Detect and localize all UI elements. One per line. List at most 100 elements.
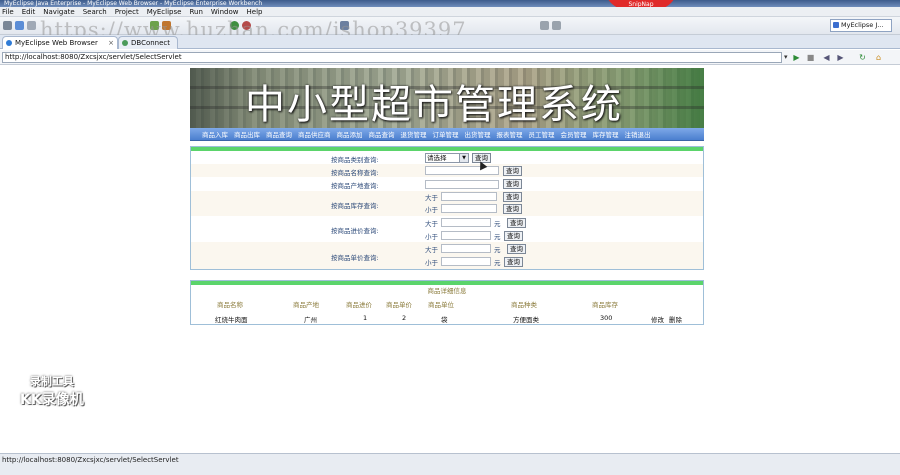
nav-item[interactable]: 退货管理 bbox=[401, 129, 427, 139]
editor-tabs: MyEclipse Web Browser × DBConnect bbox=[0, 35, 900, 49]
tab-dbconnect[interactable]: DBConnect bbox=[118, 36, 178, 49]
file-icon bbox=[122, 40, 128, 46]
site-title: 中小型超市管理系统 bbox=[245, 82, 623, 128]
stock-label: 按商品库存查询: bbox=[331, 202, 379, 210]
menu-run[interactable]: Run bbox=[189, 8, 202, 16]
nav-item[interactable]: 库存管理 bbox=[593, 129, 619, 139]
forward-icon[interactable]: ▶ bbox=[836, 53, 845, 62]
back-icon[interactable]: ◀ bbox=[822, 53, 831, 62]
results-title: 商品详细信息 bbox=[427, 287, 467, 295]
name-input[interactable] bbox=[425, 166, 499, 175]
sale-less-label: 小于 bbox=[425, 259, 438, 267]
site-nav: 商品入库 商品出库 商品查询 商品供应商 商品添加 商品查询 退货管理 订单管理… bbox=[190, 128, 704, 141]
col-header-price: 商品单价 bbox=[386, 301, 412, 309]
stock-max-input[interactable] bbox=[441, 204, 497, 213]
site-banner: 中小型超市管理系统 bbox=[190, 68, 704, 128]
nav-item[interactable]: 商品供应商 bbox=[298, 129, 331, 139]
nav-item[interactable]: 出货管理 bbox=[465, 129, 491, 139]
close-icon[interactable]: × bbox=[108, 37, 114, 49]
purchase-max-input[interactable] bbox=[441, 231, 491, 240]
query-name-button[interactable]: 查询 bbox=[503, 166, 522, 176]
search-row-sale: 按商品单价查询: 大于 元 查询 小于 元 查询 bbox=[191, 242, 703, 269]
query-purchase-button-2[interactable]: 查询 bbox=[504, 231, 523, 241]
type-select-value: 请选择 bbox=[427, 154, 447, 162]
search-panel: 按商品类别查询: 请选择 ▼ 查询 按商品名称查询: 查询 按商品产地查询: 查… bbox=[190, 146, 704, 270]
search-row-purchase: 按商品进价查询: 大于 元 查询 小于 元 查询 bbox=[191, 216, 703, 242]
purchase-greater-label: 大于 bbox=[425, 220, 438, 228]
query-stock-button-2[interactable]: 查询 bbox=[503, 204, 522, 214]
query-sale-button[interactable]: 查询 bbox=[507, 244, 526, 254]
menu-window[interactable]: Window bbox=[211, 8, 239, 16]
origin-input[interactable] bbox=[425, 180, 499, 189]
nav-item[interactable]: 报表管理 bbox=[497, 129, 523, 139]
nav-item[interactable]: 会员管理 bbox=[561, 129, 587, 139]
recorder-watermark-line2: KK录像机 bbox=[20, 392, 84, 408]
back-icon[interactable] bbox=[540, 21, 549, 30]
menu-search[interactable]: Search bbox=[83, 8, 107, 16]
menu-navigate[interactable]: Navigate bbox=[43, 8, 74, 16]
new-icon[interactable] bbox=[3, 21, 12, 30]
panel-accent-bar bbox=[191, 147, 703, 151]
cell-category: 方便面类 bbox=[513, 316, 539, 324]
menu-help[interactable]: Help bbox=[247, 8, 263, 16]
menu-myeclipse[interactable]: MyEclipse bbox=[147, 8, 182, 16]
stock-min-input[interactable] bbox=[441, 192, 497, 201]
cell-purchase: 1 bbox=[363, 314, 368, 322]
query-sale-button-2[interactable]: 查询 bbox=[504, 257, 523, 267]
sale-max-input[interactable] bbox=[441, 257, 491, 266]
sale-min-input[interactable] bbox=[441, 244, 491, 253]
cell-price: 2 bbox=[402, 314, 407, 322]
nav-item[interactable]: 商品查询 bbox=[369, 129, 395, 139]
results-panel: 商品详细信息 商品名称 商品产地 商品进价 商品单价 商品单位 商品种类 商品库… bbox=[190, 280, 704, 325]
nav-item[interactable]: 商品添加 bbox=[337, 129, 363, 139]
col-header-origin: 商品产地 bbox=[293, 301, 319, 309]
tab-web-browser[interactable]: MyEclipse Web Browser × bbox=[2, 36, 118, 49]
type-select[interactable]: 请选择 ▼ bbox=[425, 153, 469, 163]
refresh-icon[interactable]: ↻ bbox=[858, 53, 867, 62]
stop-icon[interactable]: ■ bbox=[806, 53, 815, 62]
col-header-unit: 商品单位 bbox=[428, 301, 454, 309]
name-label: 按商品名称查询: bbox=[331, 169, 379, 177]
purchase-min-input[interactable] bbox=[441, 218, 491, 227]
sale-label: 按商品单价查询: bbox=[331, 254, 379, 262]
nav-item[interactable]: 员工管理 bbox=[529, 129, 555, 139]
cell-name: 红烧牛肉面 bbox=[215, 316, 248, 324]
nav-item[interactable]: 商品入库 bbox=[202, 129, 228, 139]
print-icon[interactable] bbox=[27, 21, 36, 30]
chevron-down-icon: ▼ bbox=[459, 154, 468, 162]
nav-item[interactable]: 注销退出 bbox=[625, 129, 651, 139]
type-label: 按商品类别查询: bbox=[331, 156, 379, 164]
go-icon[interactable]: ▶ bbox=[792, 53, 801, 62]
menu-project[interactable]: Project bbox=[115, 8, 139, 16]
query-stock-button[interactable]: 查询 bbox=[503, 192, 522, 202]
menu-file[interactable]: File bbox=[2, 8, 14, 16]
tab-label: MyEclipse Web Browser bbox=[15, 39, 98, 47]
window-title: MyEclipse Java Enterprise - MyEclipse We… bbox=[0, 0, 900, 7]
search-row-name: 按商品名称查询: 查询 bbox=[191, 164, 703, 177]
browser-address-bar: http://localhost:8080/Zxcsjxc/servlet/Se… bbox=[0, 50, 900, 65]
save-icon[interactable] bbox=[15, 21, 24, 30]
url-input[interactable]: http://localhost:8080/Zxcsjxc/servlet/Se… bbox=[2, 52, 782, 63]
nav-item[interactable]: 商品出库 bbox=[234, 129, 260, 139]
query-origin-button[interactable]: 查询 bbox=[503, 179, 522, 189]
home-icon[interactable]: ⌂ bbox=[874, 53, 883, 62]
chevron-down-icon[interactable]: ▾ bbox=[784, 53, 788, 61]
col-header-stock: 商品库存 bbox=[592, 301, 618, 309]
purchase-less-label: 小于 bbox=[425, 233, 438, 241]
perspective-switcher[interactable]: MyEclipse J... bbox=[830, 19, 892, 32]
sale-yuan-label: 元 bbox=[494, 246, 501, 254]
query-purchase-button[interactable]: 查询 bbox=[507, 218, 526, 228]
purchase-yuan-label-2: 元 bbox=[494, 233, 501, 241]
sale-yuan-label-2: 元 bbox=[494, 259, 501, 267]
purchase-label: 按商品进价查询: bbox=[331, 227, 379, 235]
status-text: http://localhost:8080/Zxcsjxc/servlet/Se… bbox=[2, 456, 179, 464]
menu-edit[interactable]: Edit bbox=[22, 8, 36, 16]
delete-link[interactable]: 删除 bbox=[669, 314, 682, 324]
search-row-type: 按商品类别查询: 请选择 ▼ 查询 bbox=[191, 152, 703, 164]
nav-item[interactable]: 商品查询 bbox=[266, 129, 292, 139]
nav-item[interactable]: 订单管理 bbox=[433, 129, 459, 139]
status-bar: http://localhost:8080/Zxcsjxc/servlet/Se… bbox=[0, 453, 900, 475]
recorder-watermark-line1: 录制工具 bbox=[29, 375, 74, 388]
edit-link[interactable]: 修改 bbox=[651, 314, 664, 324]
forward-icon[interactable] bbox=[552, 21, 561, 30]
